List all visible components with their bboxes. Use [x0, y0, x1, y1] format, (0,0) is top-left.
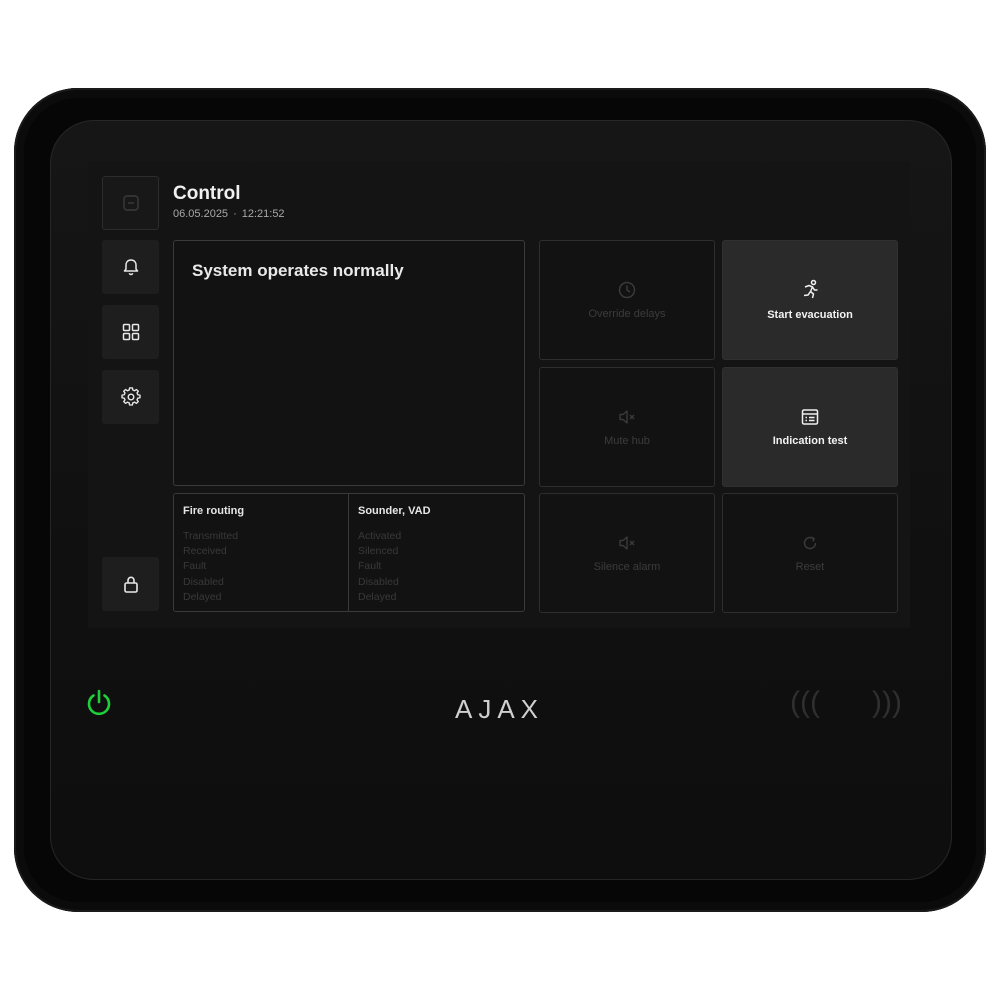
nfc-waves-right: )))	[871, 686, 902, 719]
sounder-vad-title: Sounder, VAD	[358, 505, 431, 517]
list-item: Delayed	[358, 590, 397, 603]
running-person-icon	[803, 279, 818, 299]
fire-routing-card: Fire routing Transmitted Received Fault …	[173, 493, 349, 612]
fire-routing-list: Transmitted Received Fault Disabled Dela…	[183, 529, 238, 605]
checklist-icon	[801, 409, 819, 425]
dashboard-button[interactable]	[102, 305, 159, 359]
settings-button[interactable]	[102, 370, 159, 424]
lock-button[interactable]	[102, 557, 159, 611]
system-status-text: System operates normally	[192, 261, 404, 280]
nfc-reader-icon: ((()))	[790, 686, 902, 720]
silence-alarm-button[interactable]: Silence alarm	[539, 493, 715, 613]
grid-icon	[122, 323, 139, 341]
list-item: Activated	[358, 530, 402, 542]
override-delays-label: Override delays	[588, 308, 666, 320]
indication-test-label: Indication test	[772, 435, 848, 447]
list-item: Received	[183, 545, 227, 558]
speaker-mute-icon	[619, 410, 635, 424]
reset-icon	[803, 536, 817, 550]
power-indicator	[84, 688, 114, 723]
override-delays-button[interactable]: Override delays	[539, 240, 715, 360]
clock-icon	[618, 281, 636, 299]
bell-icon	[123, 259, 138, 276]
list-item: Transmitted	[183, 530, 239, 542]
sounder-vad-card: Sounder, VAD Activated Silenced Fault Di…	[348, 493, 525, 612]
start-evacuation-label: Start evacuation	[767, 309, 853, 321]
mute-hub-label: Mute hub	[604, 435, 650, 447]
notifications-button[interactable]	[102, 240, 159, 294]
page-title: Control	[173, 183, 241, 204]
reset-button[interactable]: Reset	[722, 493, 898, 613]
touch-screen: Control 06.05.2025 · 12:21:52 System opera…	[88, 162, 910, 628]
silence-alarm-label: Silence alarm	[593, 561, 661, 573]
datetime-separator: ·	[233, 208, 237, 220]
list-item: Disabled	[183, 575, 224, 588]
device-glass: Control 06.05.2025 · 12:21:52 System opera…	[50, 120, 952, 880]
lock-icon	[123, 576, 138, 593]
power-icon	[87, 689, 111, 716]
start-evacuation-button[interactable]: Start evacuation	[722, 240, 898, 360]
list-item: Fault	[358, 560, 382, 573]
list-item: Delayed	[183, 590, 222, 603]
nfc-waves-left: (((	[790, 686, 820, 719]
home-square-icon	[122, 195, 139, 211]
indication-test-button[interactable]: Indication test	[722, 367, 898, 487]
speaker-mute-icon	[619, 536, 635, 550]
fire-routing-title: Fire routing	[183, 505, 245, 517]
list-item: Silenced	[358, 545, 399, 558]
mute-hub-button[interactable]: Mute hub	[539, 367, 715, 487]
home-button[interactable]	[102, 176, 159, 230]
date-text: 06.05.2025	[173, 208, 229, 220]
list-item: Fault	[183, 560, 207, 573]
system-status-card: System operates normally	[173, 240, 525, 486]
ajax-logo: AJAX	[455, 694, 545, 724]
datetime: 06.05.2025 · 12:21:52	[173, 208, 285, 220]
gear-icon	[120, 387, 141, 406]
time-text: 12:21:52	[241, 208, 285, 220]
reset-label: Reset	[795, 561, 825, 573]
sounder-vad-list: Activated Silenced Fault Disabled Delaye…	[358, 529, 401, 605]
hub-device: Control 06.05.2025 · 12:21:52 System opera…	[14, 88, 986, 912]
list-item: Disabled	[358, 575, 399, 588]
